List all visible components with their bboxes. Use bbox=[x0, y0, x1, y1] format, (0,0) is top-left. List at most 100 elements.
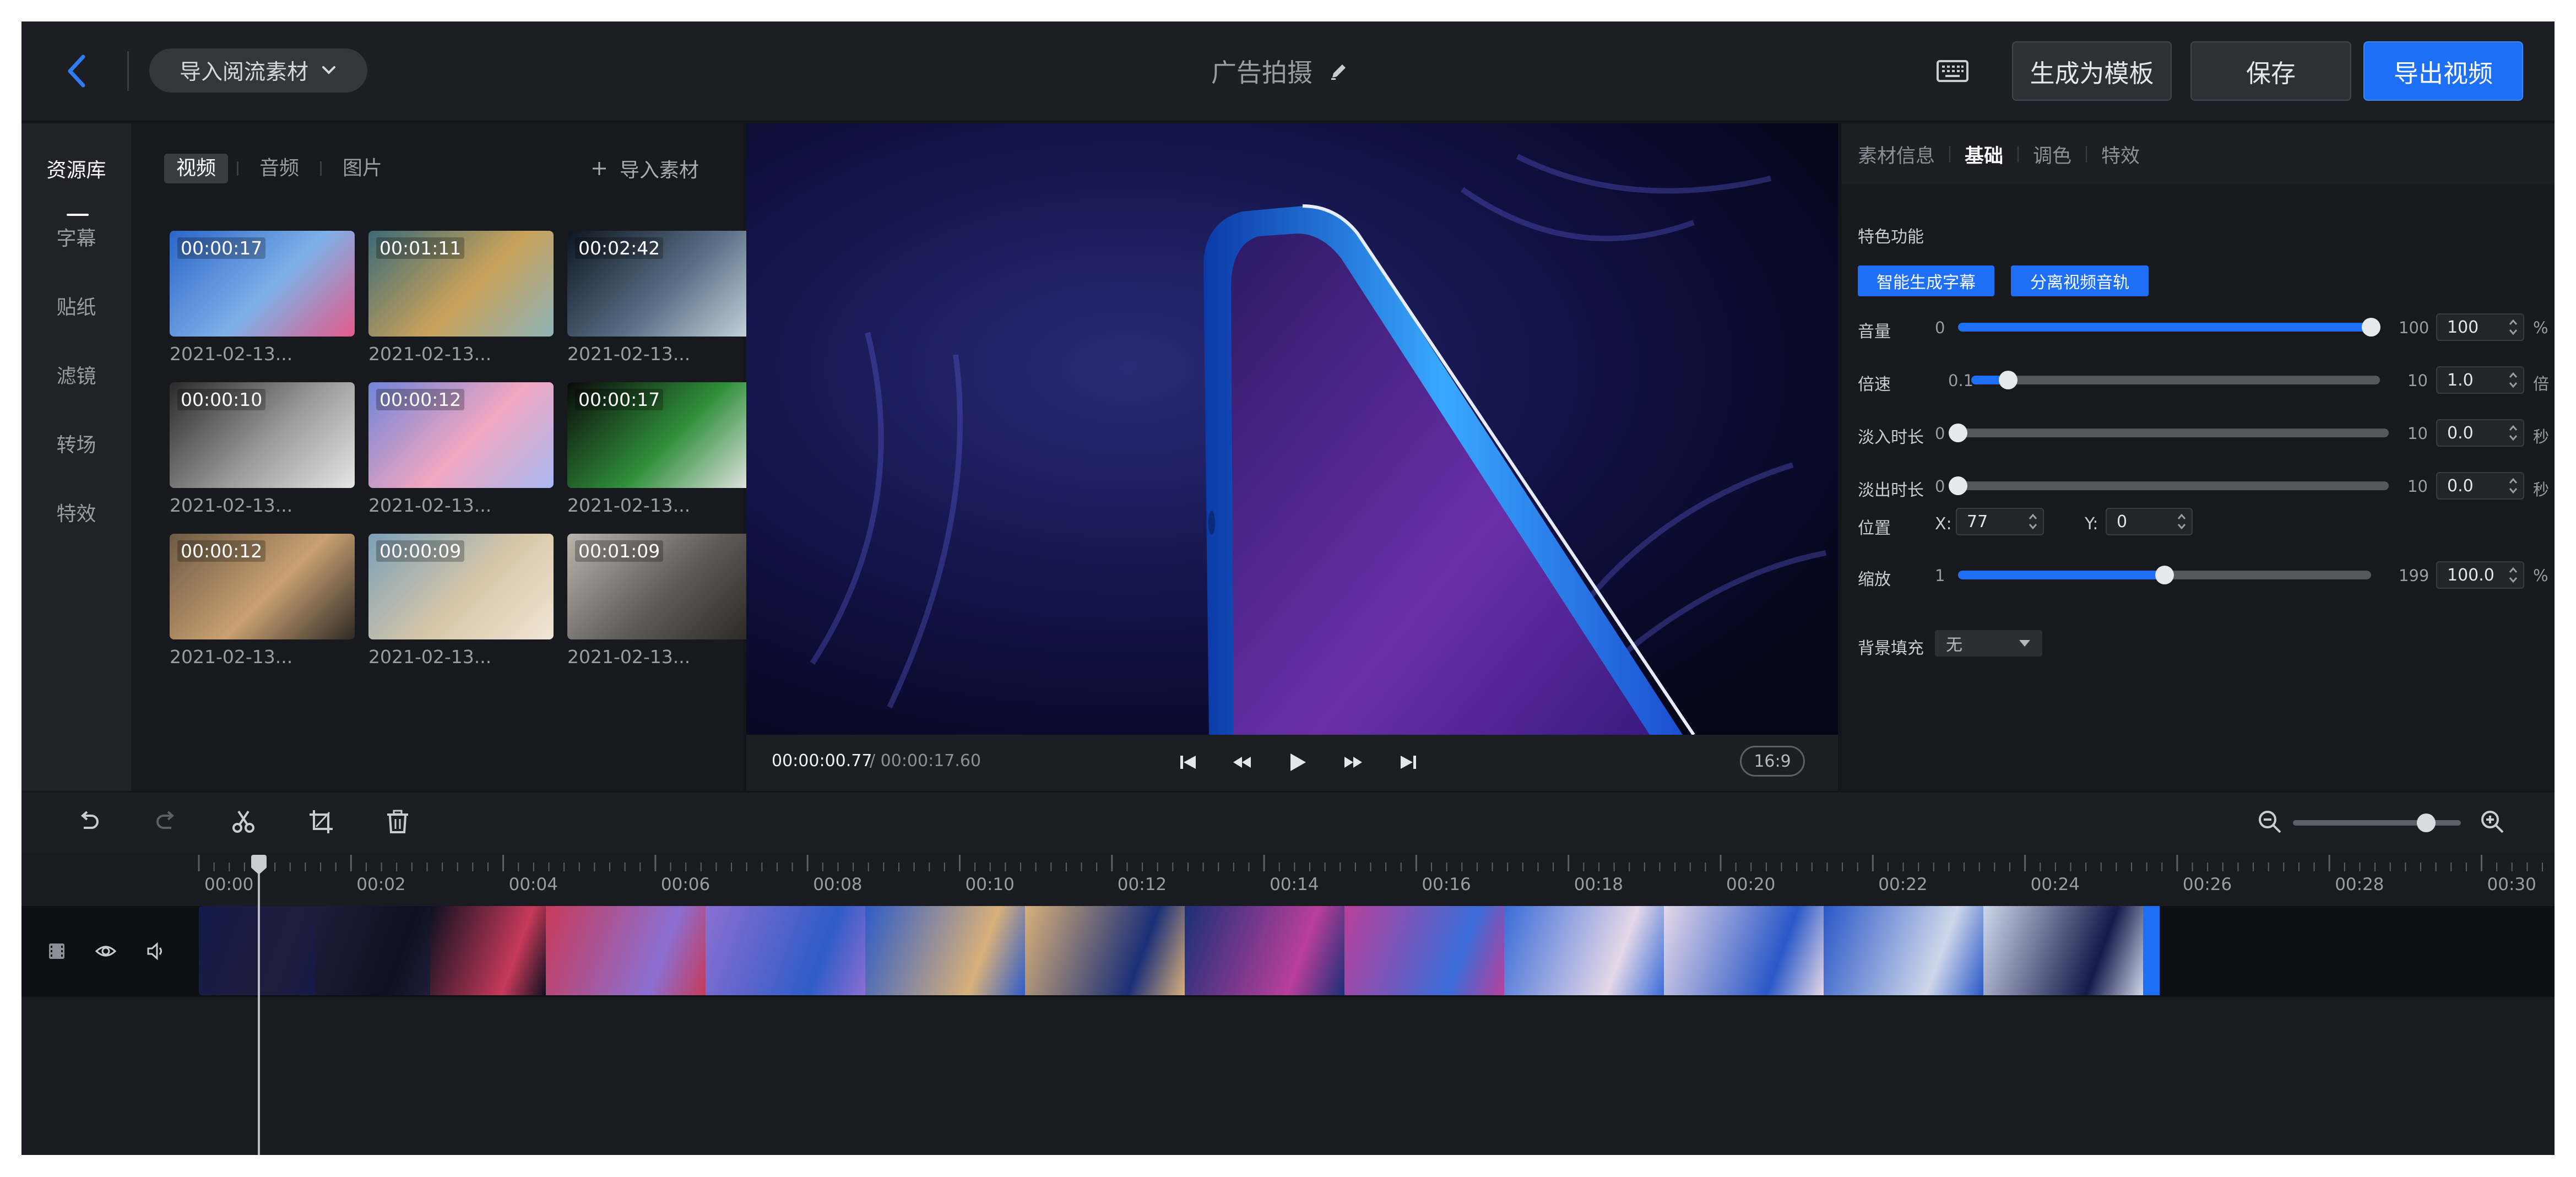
slider-max: 10 bbox=[2407, 477, 2428, 496]
value-slider[interactable] bbox=[1958, 318, 2380, 337]
import-feed-dropdown[interactable]: 导入阅流素材 bbox=[149, 48, 367, 93]
save-button[interactable]: 保存 bbox=[2190, 41, 2351, 101]
zoom-out-icon[interactable] bbox=[2256, 808, 2284, 836]
nav-item-effects[interactable]: 特效 bbox=[21, 498, 131, 527]
nav-item-filters[interactable]: 滤镜 bbox=[21, 360, 131, 389]
ruler-tick-label: 00:18 bbox=[1574, 875, 1624, 894]
clip-end-handle[interactable] bbox=[2143, 906, 2160, 995]
ruler-tick-label: 00:28 bbox=[2335, 875, 2384, 894]
video-frame[interactable] bbox=[746, 123, 1838, 735]
slider-knob[interactable] bbox=[1949, 424, 1967, 442]
media-item[interactable]: 00:00:10 2021-02-13... bbox=[170, 382, 355, 516]
aspect-ratio-button[interactable]: 16:9 bbox=[1740, 746, 1805, 777]
nav-item-library[interactable]: 资源库 bbox=[21, 154, 131, 216]
stepper-arrows-icon[interactable] bbox=[2508, 317, 2519, 338]
import-material-button[interactable]: 导入素材 bbox=[591, 152, 699, 185]
rewind-icon[interactable] bbox=[1230, 750, 1254, 774]
position-label: 位置 bbox=[1858, 519, 1891, 538]
make-template-button[interactable]: 生成为模板 bbox=[2012, 41, 2172, 101]
clip-frame bbox=[199, 906, 314, 995]
slider-knob[interactable] bbox=[2362, 318, 2380, 337]
nav-item-subtitles[interactable]: 字幕 bbox=[21, 223, 131, 251]
clip-frame bbox=[706, 906, 865, 995]
media-date: 2021-02-13... bbox=[368, 343, 492, 365]
play-icon[interactable] bbox=[1285, 750, 1309, 774]
tab-video[interactable]: 视频 bbox=[164, 154, 229, 183]
scale-min: 1 bbox=[1935, 566, 1945, 585]
tab-image[interactable]: 图片 bbox=[330, 154, 394, 183]
slider-value-input[interactable]: 100 bbox=[2436, 313, 2524, 341]
media-item[interactable]: 00:01:11 2021-02-13... bbox=[368, 231, 554, 365]
tab-audio[interactable]: 音频 bbox=[247, 154, 311, 183]
slider-value-input[interactable]: 0.0 bbox=[2436, 419, 2524, 447]
stepper-arrows-icon[interactable] bbox=[2508, 475, 2519, 496]
export-video-button[interactable]: 导出视频 bbox=[2363, 41, 2523, 101]
stepper-arrows-icon[interactable] bbox=[2508, 565, 2519, 585]
stepper-arrows-icon[interactable] bbox=[2176, 511, 2187, 532]
keyboard-icon[interactable] bbox=[1936, 58, 1969, 84]
video-track bbox=[21, 906, 2555, 997]
ruler-tick-label: 00:22 bbox=[1878, 875, 1928, 894]
playhead-line[interactable] bbox=[258, 855, 260, 1155]
clip-strip[interactable] bbox=[199, 906, 2174, 995]
stepper-arrows-icon[interactable] bbox=[2508, 370, 2519, 390]
media-date: 2021-02-13... bbox=[567, 343, 691, 365]
skip-to-end-icon[interactable] bbox=[1396, 750, 1420, 774]
eye-icon[interactable] bbox=[95, 940, 117, 962]
slider-knob[interactable] bbox=[1998, 371, 2018, 389]
zoom-in-icon[interactable] bbox=[2479, 808, 2506, 836]
scale-max: 199 bbox=[2399, 566, 2429, 585]
tab-material-info[interactable]: 素材信息 bbox=[1858, 140, 1935, 169]
media-item[interactable]: 00:00:17 2021-02-13... bbox=[170, 231, 355, 365]
scale-slider[interactable] bbox=[1958, 566, 2371, 584]
redo-icon[interactable] bbox=[153, 808, 180, 836]
media-item[interactable]: 00:00:17 2021-02-13... bbox=[567, 382, 752, 516]
nav-item-transitions[interactable]: 转场 bbox=[21, 429, 131, 458]
auto-subtitle-button[interactable]: 智能生成字幕 bbox=[1858, 265, 1994, 296]
scale-input[interactable]: 100.0 bbox=[2436, 561, 2524, 589]
crop-icon[interactable] bbox=[307, 808, 335, 836]
media-item[interactable]: 00:00:09 2021-02-13... bbox=[368, 534, 554, 668]
value-slider[interactable] bbox=[1949, 424, 2389, 442]
time-ruler[interactable]: 00:00 00:02 00:04 00:06 00:08 00:10 00:12 00:14… bbox=[198, 855, 2555, 900]
ruler-tick-label: 00:24 bbox=[2030, 875, 2080, 894]
filmstrip-icon bbox=[49, 943, 64, 959]
stepper-arrows-icon[interactable] bbox=[2508, 422, 2519, 443]
edit-pencil-icon[interactable] bbox=[1328, 60, 1350, 82]
ruler-tick-label: 00:12 bbox=[1117, 875, 1167, 894]
media-item[interactable]: 00:02:42 2021-02-13... bbox=[567, 231, 752, 365]
media-item[interactable]: 00:00:12 2021-02-13... bbox=[170, 534, 355, 668]
media-item[interactable]: 00:01:09 2021-02-13... bbox=[567, 534, 752, 668]
position-y-input[interactable]: 0 bbox=[2106, 508, 2193, 535]
undo-icon[interactable] bbox=[75, 808, 102, 836]
skip-to-start-icon[interactable] bbox=[1176, 750, 1200, 774]
trash-icon[interactable] bbox=[384, 808, 411, 836]
slider-min: 0 bbox=[1935, 477, 1945, 496]
slider-max: 100 bbox=[2399, 318, 2429, 337]
slider-knob[interactable] bbox=[1949, 476, 1967, 495]
playback-bar: 00:00:00.77 / 00:00:17.60 16:9 bbox=[746, 735, 1838, 791]
slider-knob[interactable] bbox=[2155, 566, 2174, 584]
split-audio-button[interactable]: 分离视频音轨 bbox=[2011, 265, 2149, 296]
media-item[interactable]: 00:00:12 2021-02-13... bbox=[368, 382, 554, 516]
scissors-icon[interactable] bbox=[230, 808, 257, 836]
volume-icon[interactable] bbox=[145, 940, 167, 962]
value-slider[interactable] bbox=[1949, 476, 2389, 495]
zoom-slider[interactable] bbox=[2293, 820, 2461, 826]
media-date: 2021-02-13... bbox=[567, 646, 691, 668]
dropdown-triangle-icon bbox=[2019, 640, 2030, 647]
nav-item-stickers[interactable]: 贴纸 bbox=[21, 291, 131, 320]
position-x-input[interactable]: 77 bbox=[1956, 508, 2044, 535]
zoom-slider-knob[interactable] bbox=[2417, 813, 2436, 832]
slider-value-input[interactable]: 1.0 bbox=[2436, 366, 2524, 394]
value-slider[interactable] bbox=[1971, 371, 2380, 389]
tab-basic[interactable]: 基础 bbox=[1965, 140, 2003, 169]
fast-forward-icon[interactable] bbox=[1341, 750, 1365, 774]
stepper-arrows-icon[interactable] bbox=[2027, 511, 2038, 532]
tab-color-grading[interactable]: 调色 bbox=[2033, 140, 2071, 169]
back-arrow-icon[interactable] bbox=[58, 49, 96, 93]
bg-fill-select[interactable]: 无 bbox=[1935, 630, 2042, 657]
slider-value-input[interactable]: 0.0 bbox=[2436, 472, 2524, 500]
project-title-area[interactable]: 广告拍摄 bbox=[1211, 53, 1350, 89]
tab-effects[interactable]: 特效 bbox=[2101, 140, 2140, 169]
